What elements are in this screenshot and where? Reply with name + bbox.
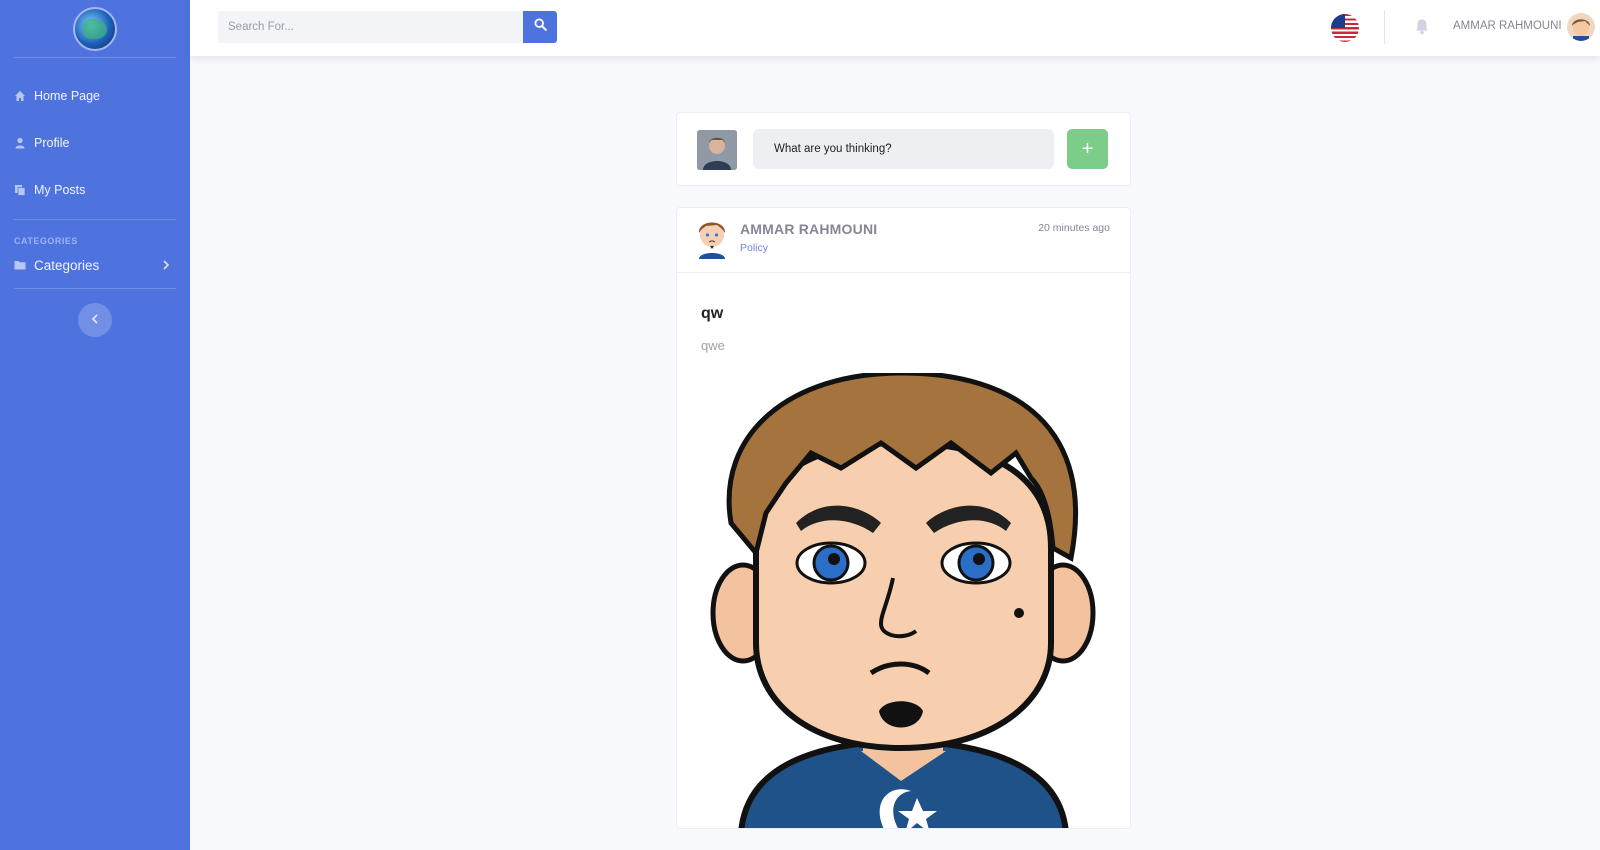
post-image[interactable] [701, 370, 1106, 828]
folder-icon [14, 259, 26, 271]
sidebar-item-label: My Posts [34, 182, 86, 197]
home-icon [14, 90, 26, 102]
chevron-right-icon [162, 258, 170, 273]
avatar [697, 130, 737, 170]
user-name[interactable]: AMMAR RAHMOUNI [1453, 20, 1562, 32]
post-timestamp: 20 minutes ago [1038, 222, 1110, 234]
sidebar-item-label: Categories [34, 257, 100, 273]
chevron-left-icon [91, 311, 99, 329]
search-input[interactable] [218, 11, 523, 43]
search-icon [533, 18, 547, 36]
post-header: AMMAR RAHMOUNI Policy 20 minutes ago [677, 208, 1130, 273]
sidebar-item-label: Home Page [34, 88, 101, 103]
search-button[interactable] [523, 11, 557, 43]
sidebar: Home Page Profile My Posts CATEGORIES Ca… [0, 0, 190, 850]
sidebar-toggle-button[interactable] [78, 303, 112, 337]
topbar: AMMAR RAHMOUNI [190, 0, 1600, 56]
post-composer: What are you thinking? + [676, 112, 1131, 186]
brand[interactable] [14, 0, 176, 58]
sidebar-divider [14, 288, 176, 289]
post-body: qwe [701, 338, 725, 353]
copy-icon [14, 184, 26, 196]
avatar[interactable] [1567, 13, 1595, 41]
search-bar [218, 11, 557, 43]
sidebar-item-categories[interactable]: Categories [0, 248, 190, 282]
post-card: AMMAR RAHMOUNI Policy 20 minutes ago qw … [676, 207, 1131, 829]
sidebar-heading: CATEGORIES [14, 236, 78, 246]
topbar-divider [1384, 10, 1385, 44]
sidebar-item-my-posts[interactable]: My Posts [0, 166, 190, 213]
add-post-button[interactable]: + [1067, 129, 1108, 169]
sidebar-item-home[interactable]: Home Page [0, 72, 190, 119]
sidebar-item-label: Profile [34, 135, 70, 150]
post-category-link[interactable]: Policy [740, 242, 768, 254]
composer-input[interactable]: What are you thinking? [753, 129, 1054, 169]
user-icon [14, 137, 26, 149]
globe-logo-icon[interactable] [73, 6, 117, 51]
sidebar-item-profile[interactable]: Profile [0, 119, 190, 166]
post-title: qw [701, 305, 724, 322]
bell-icon[interactable] [1414, 18, 1430, 36]
post-author[interactable]: AMMAR RAHMOUNI [740, 221, 877, 237]
us-flag-icon[interactable] [1331, 14, 1359, 42]
avatar[interactable] [693, 215, 731, 259]
